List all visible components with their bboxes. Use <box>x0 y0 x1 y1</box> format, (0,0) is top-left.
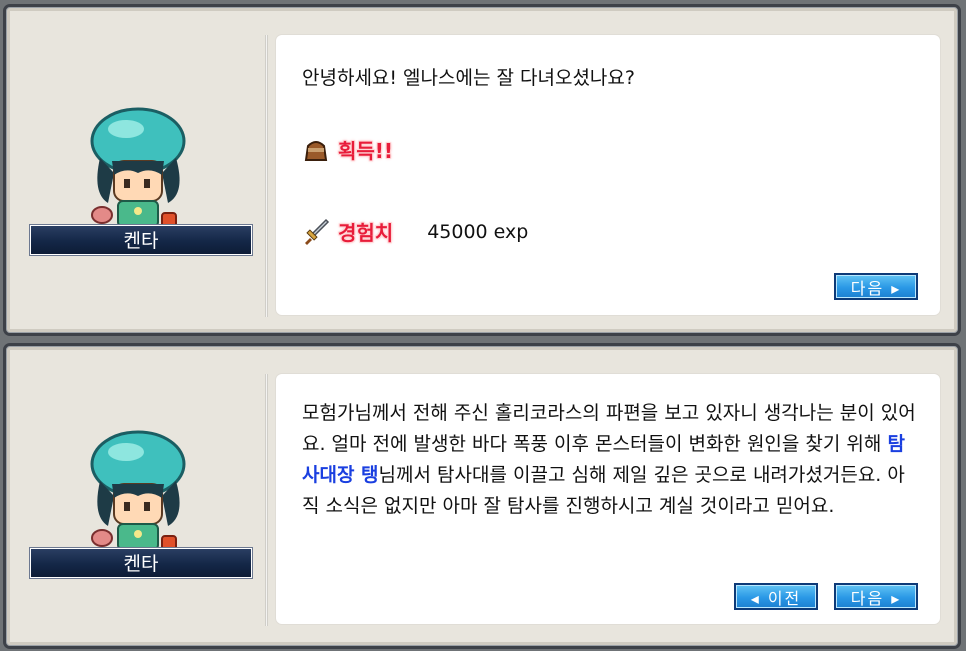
npc-kenta-portrait <box>90 107 186 237</box>
next-button[interactable]: 다음 ▸ <box>834 273 918 300</box>
npc-kenta-portrait <box>90 430 186 560</box>
exp-label: 경험치 <box>338 221 394 245</box>
npc-dialog-reward: 켄타 안녕하세요! 엘나스에는 잘 다녀오셨나요? 획득!! 경험치 45000… <box>3 4 961 336</box>
sword-icon <box>305 218 330 245</box>
message-text-part2: 님께서 탐사대를 이끌고 심해 제일 깊은 곳으로 내려가셨거든요. 아직 소식… <box>302 464 905 517</box>
bag-icon <box>304 140 328 161</box>
next-button[interactable]: 다음 ▸ <box>834 583 918 610</box>
npc-name-plate: 켄타 <box>29 224 253 256</box>
exp-value: 45000 exp <box>427 220 529 243</box>
dialog-divider <box>265 374 268 626</box>
message-text-part1: 모험가님께서 전해 주신 홀리코라스의 파편을 보고 있자니 생각나는 분이 있… <box>302 402 916 455</box>
dialog-greeting: 안녕하세요! 엘나스에는 잘 다녀오셨나요? <box>302 67 635 89</box>
reward-exp-row: 경험치 45000 exp <box>302 217 528 246</box>
prev-button[interactable]: ◂ 이전 <box>734 583 818 610</box>
dialog-message: 모험가님께서 전해 주신 홀리코라스의 파편을 보고 있자니 생각나는 분이 있… <box>302 398 922 522</box>
acquired-label: 획득!! <box>338 139 394 163</box>
npc-dialog-story: 켄타 모험가님께서 전해 주신 홀리코라스의 파편을 보고 있자니 생각나는 분… <box>3 343 961 649</box>
npc-name-plate: 켄타 <box>29 547 253 579</box>
dialog-divider <box>265 35 268 317</box>
reward-acquired-row: 획득!! <box>302 135 393 164</box>
